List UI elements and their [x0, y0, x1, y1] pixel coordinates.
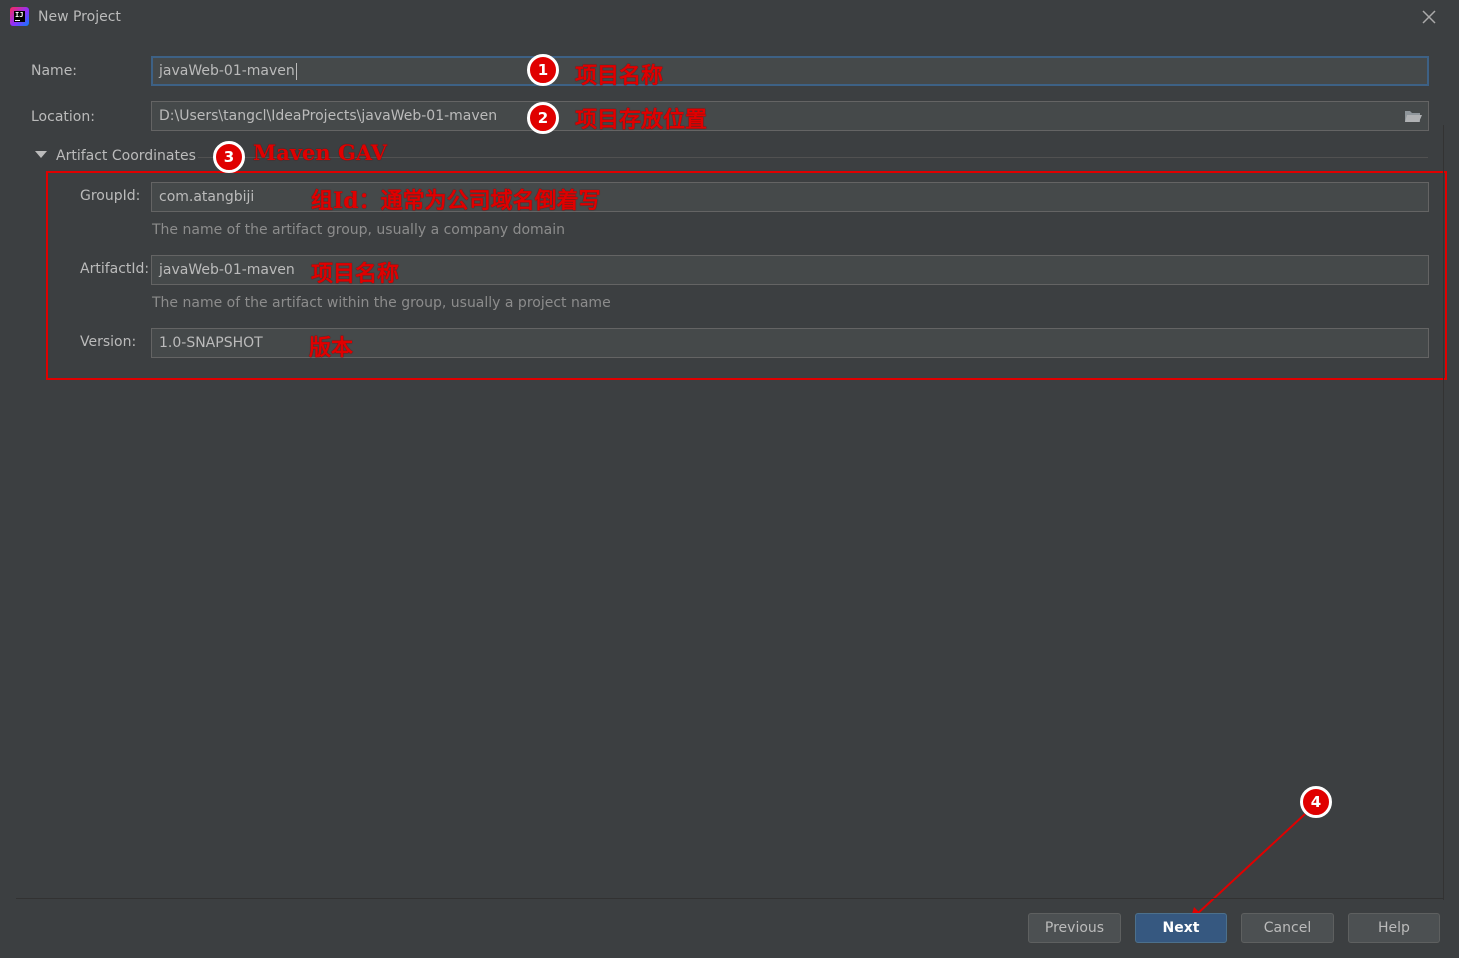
text-caret [295, 62, 297, 80]
annotation-badge-2: 2 [527, 102, 559, 134]
annotation-gav-note: Maven GAV [253, 140, 387, 165]
location-label: Location: [31, 109, 95, 125]
annotation-badge-1: 1 [527, 54, 559, 86]
annotation-artifactid-note: 项目名称 [311, 261, 400, 287]
annotation-name-note: 项目名称 [575, 63, 664, 89]
window-title: New Project [38, 9, 121, 25]
next-button[interactable]: Next [1135, 913, 1227, 943]
title-bar: IJ New Project [0, 0, 1459, 38]
intellij-app-icon: IJ [10, 7, 29, 26]
annotation-groupid-note: 组Id：通常为公司域名倒着写 [311, 188, 601, 214]
section-title-artifact-coordinates[interactable]: Artifact Coordinates [56, 148, 196, 164]
location-input-value: D:\Users\tangcl\IdeaProjects\javaWeb-01-… [159, 108, 498, 124]
collapse-triangle-icon[interactable] [35, 151, 47, 158]
vertical-divider [1443, 125, 1444, 900]
annotation-badge-4: 4 [1300, 786, 1332, 818]
help-button[interactable]: Help [1348, 913, 1440, 943]
gav-highlight-box [46, 171, 1447, 380]
cancel-button[interactable]: Cancel [1241, 913, 1334, 943]
annotation-version-note: 版本 [309, 335, 354, 361]
annotation-location-note: 项目存放位置 [575, 107, 708, 133]
close-icon[interactable] [1418, 6, 1440, 28]
annotation-badge-3: 3 [213, 141, 245, 173]
folder-icon[interactable] [1404, 108, 1422, 124]
footer-divider [16, 898, 1444, 899]
previous-button[interactable]: Previous [1028, 913, 1121, 943]
name-input[interactable]: javaWeb-01-maven [151, 56, 1429, 86]
name-input-value: javaWeb-01-maven [159, 63, 295, 79]
location-input[interactable]: D:\Users\tangcl\IdeaProjects\javaWeb-01-… [151, 101, 1429, 131]
name-label: Name: [31, 63, 78, 79]
